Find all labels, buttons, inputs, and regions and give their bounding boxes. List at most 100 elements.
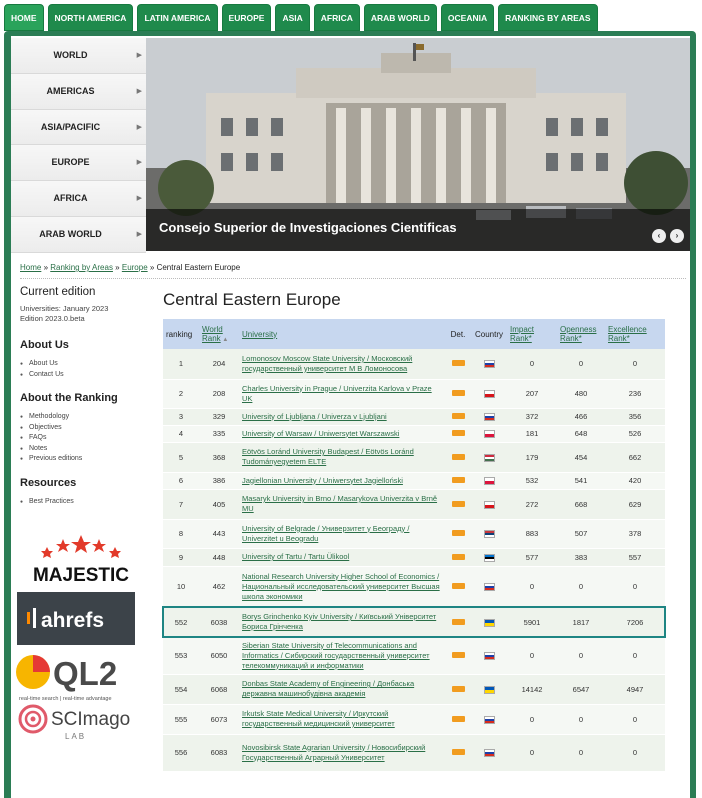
region-item-label: EUROPE — [51, 157, 90, 168]
link-best-practices[interactable]: Best Practices — [20, 497, 160, 508]
world-rank-cell: 6050 — [199, 637, 239, 675]
majestic-logo[interactable]: MAJESTIC — [21, 533, 141, 588]
link-faqs[interactable]: FAQs — [20, 433, 160, 444]
banner-slideshow[interactable]: Consejo Superior de Investigaciones Cien… — [146, 38, 690, 251]
tab-arab-world[interactable]: ARAB WORLD — [363, 4, 437, 31]
rank-cell: 3 — [163, 408, 199, 426]
scimago-logo[interactable]: SCImago LAB — [17, 703, 141, 743]
breadcrumb-home-link[interactable]: Home — [20, 263, 41, 272]
details-icon[interactable] — [451, 652, 465, 658]
country-cell — [472, 472, 507, 490]
link-previous-editions[interactable]: Previous editions — [20, 454, 160, 465]
university-link[interactable]: University of Ljubljana / Univerza v Lju… — [242, 412, 387, 421]
det-cell — [444, 442, 472, 473]
header-det: Det. — [444, 319, 472, 349]
header-excellence[interactable]: Excellence Rank* — [605, 319, 665, 349]
details-icon[interactable] — [451, 583, 465, 589]
link-methodology[interactable]: Methodology — [20, 412, 160, 423]
banner-next-button[interactable]: › — [670, 229, 684, 243]
details-icon[interactable] — [451, 685, 465, 692]
country-flag-icon — [484, 360, 495, 369]
table-row: 556 6083 Novosibirsk State Agrarian Univer… — [163, 734, 665, 772]
scimago-sub: LAB — [65, 732, 86, 741]
details-icon[interactable] — [451, 477, 465, 483]
excellence-cell: 7206 — [605, 607, 665, 638]
link-contact-us[interactable]: Contact Us — [20, 370, 160, 381]
details-icon[interactable] — [451, 430, 465, 436]
left-sidebar: Current edition Universities: January 20… — [20, 284, 160, 507]
det-cell — [444, 519, 472, 549]
header-university[interactable]: University — [239, 319, 444, 349]
university-link[interactable]: University of Tartu / Tartu Ülikool — [242, 552, 349, 561]
region-item-africa[interactable]: AFRICA ▶ — [11, 181, 146, 217]
top-tabs: HOME NORTH AMERICA LATIN AMERICA EUROPE … — [4, 4, 598, 32]
header-excellence-label[interactable]: Excellence Rank* — [608, 325, 647, 343]
details-icon[interactable] — [451, 453, 465, 460]
tab-oceania[interactable]: OCEANIA — [440, 4, 495, 31]
region-item-americas[interactable]: AMERICAS ▶ — [11, 73, 146, 110]
breadcrumb-ranking-link[interactable]: Ranking by Areas — [50, 263, 113, 272]
world-rank-cell: 6083 — [199, 734, 239, 772]
link-notes[interactable]: Notes — [20, 444, 160, 455]
openness-cell: 466 — [557, 408, 605, 426]
impact-cell: 181 — [507, 425, 557, 443]
university-link[interactable]: Masaryk University in Brno / Masarykova … — [242, 494, 437, 513]
openness-cell: 0 — [557, 637, 605, 675]
country-cell — [472, 442, 507, 473]
university-cell: Novosibirsk State Agrarian University / … — [239, 734, 444, 772]
region-item-europe[interactable]: EUROPE ▶ — [11, 145, 146, 182]
details-icon[interactable] — [451, 530, 465, 536]
header-openness[interactable]: Openness Rank* — [557, 319, 605, 349]
header-excellence-line1: Excellence — [608, 325, 647, 334]
university-link[interactable]: Lomonosov Moscow State University / Моск… — [242, 354, 412, 373]
ql2-logo[interactable]: QL2 real-time search | real-time advanta… — [15, 648, 141, 704]
breadcrumb-europe-link[interactable]: Europe — [122, 263, 148, 272]
impact-cell: 0 — [507, 704, 557, 735]
details-icon[interactable] — [451, 390, 465, 396]
university-link[interactable]: Jagiellonian University / Uniwersytet Ja… — [242, 476, 403, 485]
tab-ranking-by-areas[interactable]: RANKING BY AREAS — [498, 4, 598, 31]
header-openness-label[interactable]: Openness Rank* — [560, 325, 596, 343]
details-icon[interactable] — [451, 618, 465, 625]
university-link[interactable]: Novosibirsk State Agrarian University / … — [242, 743, 425, 762]
tab-latin-america[interactable]: LATIN AMERICA — [137, 4, 218, 31]
header-university-label[interactable]: University — [242, 330, 277, 339]
details-icon[interactable] — [451, 360, 465, 367]
header-impact[interactable]: Impact Rank* — [507, 319, 557, 349]
university-link[interactable]: National Research University Higher Scho… — [242, 572, 440, 601]
university-link[interactable]: University of Belgrade / Универзитет у Б… — [242, 524, 409, 543]
tab-europe[interactable]: EUROPE — [221, 4, 272, 31]
country-flag-icon — [484, 500, 495, 509]
header-world-rank[interactable]: World Rank ▲ — [199, 319, 239, 349]
det-cell — [444, 637, 472, 675]
header-world-rank-label[interactable]: World Rank — [202, 325, 223, 343]
university-link[interactable]: Charles University in Prague / Univerzit… — [242, 384, 432, 403]
tab-asia[interactable]: ASIA — [275, 4, 310, 31]
university-link[interactable]: Siberian State University of Telecommuni… — [242, 641, 430, 670]
details-icon[interactable] — [451, 413, 465, 419]
tab-north-america[interactable]: NORTH AMERICA — [47, 4, 134, 31]
region-item-world[interactable]: WORLD ▶ — [11, 38, 146, 74]
university-link[interactable]: Irkutsk State Medical University / Иркут… — [242, 709, 395, 728]
country-flag-icon — [484, 618, 495, 627]
breadcrumb-current: Central Eastern Europe — [156, 263, 241, 272]
region-item-arab-world[interactable]: ARAB WORLD ▶ — [11, 216, 146, 253]
university-link[interactable]: Borys Grinchenko Kyiv University / Київс… — [242, 612, 436, 631]
university-link[interactable]: Eötvös Loránd University Budapest / Eötv… — [242, 447, 414, 466]
region-item-asia-pacific[interactable]: ASIA/PACIFIC ▶ — [11, 109, 146, 146]
details-icon[interactable] — [451, 500, 465, 507]
tab-home[interactable]: HOME — [4, 4, 44, 31]
excellence-cell: 0 — [605, 734, 665, 772]
link-objectives[interactable]: Objectives — [20, 423, 160, 434]
det-cell — [444, 425, 472, 443]
university-link[interactable]: Donbas State Academy of Engineering / До… — [242, 679, 414, 698]
ahrefs-logo[interactable]: ahrefs — [17, 592, 135, 645]
banner-prev-button[interactable]: ‹ — [652, 229, 666, 243]
university-link[interactable]: University of Warsaw / Uniwersytet Warsz… — [242, 429, 399, 438]
details-icon[interactable] — [451, 715, 465, 722]
header-impact-label[interactable]: Impact Rank* — [510, 325, 534, 343]
details-icon[interactable] — [451, 749, 465, 755]
details-icon[interactable] — [451, 553, 465, 560]
tab-africa[interactable]: AFRICA — [313, 4, 360, 31]
link-about-us[interactable]: About Us — [20, 359, 160, 370]
